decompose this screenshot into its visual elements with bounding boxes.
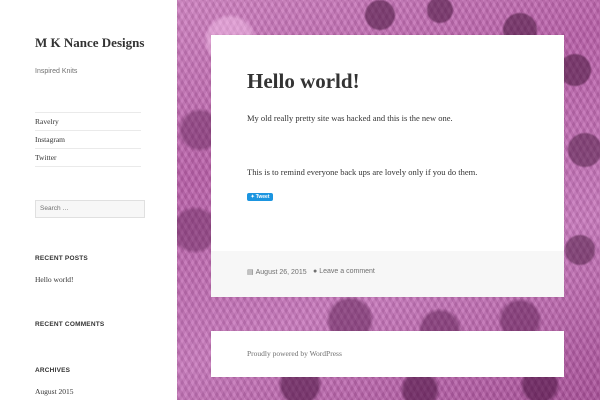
powered-by-link[interactable]: Proudly powered by WordPress (247, 349, 342, 358)
tweet-label: Tweet (255, 194, 270, 200)
twitter-bird-icon: ✦ (250, 194, 255, 200)
leave-comment-link: Leave a comment (319, 268, 375, 275)
calendar-icon: ▤ (247, 269, 254, 276)
post-date-meta[interactable]: ▤ August 26, 2015 (247, 268, 307, 276)
recent-comments-heading: RECENT COMMENTS (35, 321, 105, 328)
post-card: Hello world! My old really pretty site w… (211, 35, 564, 297)
menu-item-twitter[interactable]: Twitter (35, 149, 141, 167)
post-title[interactable]: Hello world! (247, 69, 360, 94)
archives-heading: ARCHIVES (35, 367, 71, 374)
sidebar: M K Nance Designs Inspired Knits Ravelry… (0, 0, 177, 400)
menu-item-ravelry[interactable]: Ravelry (35, 113, 141, 131)
tweet-button[interactable]: ✦Tweet (247, 193, 273, 201)
menu-item-instagram[interactable]: Instagram (35, 131, 141, 149)
archive-link[interactable]: August 2015 (35, 387, 74, 396)
search-input[interactable]: Search … (35, 200, 145, 218)
site-title[interactable]: M K Nance Designs (35, 35, 155, 50)
post-meta-footer: ▤ August 26, 2015 ● Leave a comment (211, 251, 564, 297)
social-menu: Ravelry Instagram Twitter (35, 112, 141, 167)
post-paragraph: My old really pretty site was hacked and… (247, 113, 453, 123)
speech-bubble-icon: ● (313, 268, 318, 275)
post-paragraph: This is to remind everyone back ups are … (247, 167, 478, 177)
site-description: Inspired Knits (35, 68, 78, 75)
site-footer: Proudly powered by WordPress (211, 331, 564, 377)
post-date: August 26, 2015 (255, 269, 307, 276)
leave-comment-meta[interactable]: ● Leave a comment (313, 268, 375, 275)
recent-post-link[interactable]: Hello world! (35, 275, 74, 284)
recent-posts-heading: RECENT POSTS (35, 255, 88, 262)
